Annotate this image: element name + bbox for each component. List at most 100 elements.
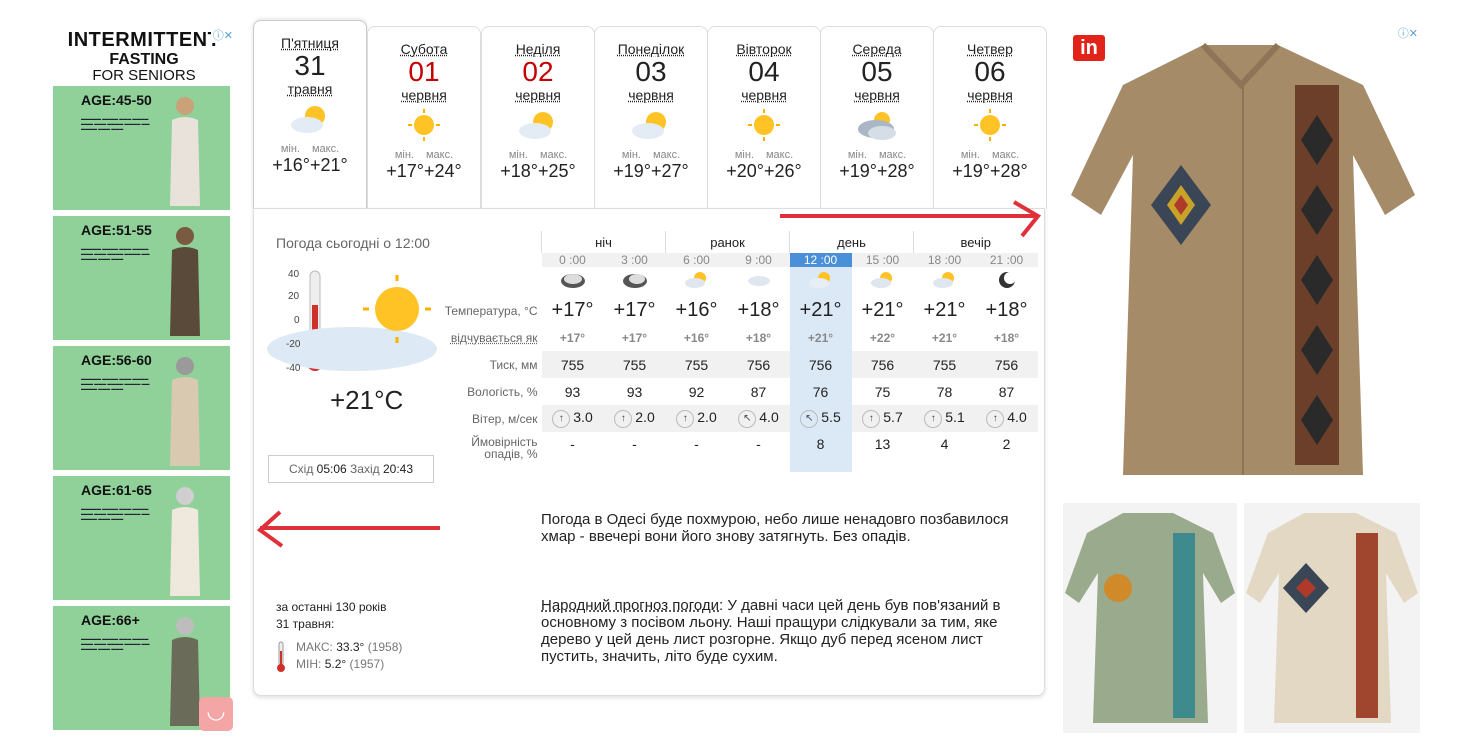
temp-value: +21° — [861, 299, 904, 321]
tab-day-02[interactable]: Неділя 02 червня мін. макс. +18°+25° — [481, 26, 595, 209]
tab-date: 31 — [294, 50, 326, 81]
min-temp: +17° — [386, 161, 424, 181]
folk-forecast-heading[interactable]: Народний прогноз погоди — [541, 597, 719, 614]
ad-card[interactable]: AGE:51-55 ▬▬▬▬▬ ▬▬▬▬ ▬▬▬ ▬▬▬▬ ▬▬▬ ▬▬▬ ▬▬… — [53, 216, 230, 340]
min-label: мін. — [847, 149, 867, 161]
tab-day-31[interactable]: П'ятниця 31 травня мін. макс. +16°+21° — [253, 20, 367, 211]
ad-card-age: AGE:56-60 — [81, 352, 152, 368]
ad-card[interactable]: AGE:45-50 ▬▬▬▬▬ ▬▬▬▬ ▬▬▬ ▬▬▬▬ ▬▬▬ ▬▬▬ ▬▬… — [53, 86, 230, 210]
tab-day-03[interactable]: Понеділок 03 червня мін. макс. +19°+27° — [594, 26, 708, 209]
max-label: макс. — [539, 149, 568, 161]
humidity-label: Вологість, % — [467, 384, 538, 399]
precip-value: - — [632, 436, 637, 452]
precip-value: 2 — [1002, 436, 1011, 452]
wind-value: ↑ 4.0 — [975, 405, 1038, 432]
cloud-icon — [728, 267, 790, 297]
cloudy-night-icon — [604, 267, 666, 297]
sunset-label: Захід — [350, 462, 380, 476]
tab-day-05[interactable]: Середа 05 червня мін. макс. +19°+28° — [820, 26, 934, 209]
mini-thermometer-icon — [277, 641, 285, 672]
ad-card[interactable]: AGE:56-60 ▬▬▬▬▬ ▬▬▬▬ ▬▬▬ ▬▬▬▬ ▬▬▬ ▬▬▬ ▬▬… — [53, 346, 230, 470]
temp-value: +18° — [985, 299, 1028, 321]
tab-month: червня — [401, 87, 447, 103]
shirt-image-large[interactable]: in ⓘ✕ — [1063, 25, 1420, 497]
tab-date: 04 — [748, 56, 780, 87]
tab-date: 06 — [974, 56, 1006, 87]
shirt-image-green[interactable] — [1063, 503, 1237, 733]
time-slot: 15 :00 — [851, 253, 914, 267]
partly-cloudy-icon — [254, 97, 366, 141]
wind-direction-icon: ↑ — [924, 409, 943, 428]
min-temp: +20° — [726, 161, 764, 181]
tab-day-06[interactable]: Четвер 06 червня мін. макс. +19°+28° — [933, 26, 1047, 209]
humidity-value: 76 — [789, 378, 852, 405]
left-advertisement[interactable]: ⓘ✕ INTERMITTENT FASTING FOR SENIORS AGE:… — [53, 27, 235, 730]
historical-records: за останні 130 років 31 травня: МАКС: 33… — [276, 599, 402, 673]
cloudy-icon — [821, 103, 933, 147]
wind-label: Вітер, м/сек — [437, 405, 542, 432]
time-slot: 6 :00 — [665, 253, 728, 267]
shirt-image-beige[interactable] — [1244, 503, 1420, 733]
folk-forecast: Народний прогноз погоди: У давні часи це… — [541, 597, 1041, 665]
pressure-value: 755 — [665, 351, 728, 378]
pressure-value: 756 — [975, 351, 1038, 378]
temperature-label: Температура, °C — [444, 303, 538, 318]
right-advertisement[interactable]: in ⓘ✕ — [1063, 25, 1420, 733]
humidity-value: 87 — [750, 383, 767, 400]
temp-value: +16° — [675, 299, 718, 321]
temp-value: +17° — [613, 299, 656, 321]
feels-like-label[interactable]: відчувається як — [437, 324, 542, 351]
ad-subtitle-2: FOR SENIORS — [92, 67, 196, 84]
ad-card-text: ▬▬▬▬▬ ▬▬▬▬ ▬▬▬ ▬▬▬▬ ▬▬▬ ▬▬▬ ▬▬▬▬ ▬▬▬▬ ▬▬… — [81, 376, 150, 391]
sunset-time: 20:43 — [382, 462, 414, 476]
tab-month: червня — [854, 87, 900, 103]
ad-card-age: AGE:45-50 — [81, 92, 152, 108]
max-label: макс. — [991, 149, 1020, 161]
min-label: мін. — [621, 149, 641, 161]
min-temp: +19° — [839, 161, 877, 181]
tab-weekday: Середа — [852, 41, 902, 57]
ad-card[interactable]: AGE:61-65 ▬▬▬▬▬ ▬▬▬▬ ▬▬▬ ▬▬▬▬ ▬▬▬ ▬▬▬ ▬▬… — [53, 476, 230, 600]
ad-choices-icon[interactable]: ⓘ✕ — [210, 27, 235, 43]
time-slot-current: 12 :00 — [789, 253, 852, 267]
temp-value: +18° — [737, 299, 780, 321]
tab-date: 02 — [522, 56, 554, 87]
max-temp: +21° — [310, 155, 348, 175]
partly-cloudy-icon — [789, 267, 852, 297]
min-temp: +18° — [500, 161, 538, 181]
max-label: макс. — [425, 149, 454, 161]
humidity-value: 75 — [874, 383, 891, 400]
hourly-forecast-table: ніч ранок день вечір 0 :00 3 :00 6 :00 9… — [437, 231, 1038, 472]
ad-choices-icon[interactable]: ⓘ✕ — [1395, 25, 1420, 41]
annotation-arrow-right-icon — [780, 200, 1042, 238]
tab-day-01[interactable]: Субота 01 червня мін. макс. +17°+24° — [367, 26, 481, 209]
ad-card-text: ▬▬▬▬▬ ▬▬▬▬ ▬▬▬ ▬▬▬▬ ▬▬▬ ▬▬▬ ▬▬▬▬ ▬▬▬▬ ▬▬… — [81, 246, 150, 261]
feels-value: +21° — [789, 324, 852, 351]
sunrise-sunset-box: Схід 05:06 Захід 20:43 — [268, 455, 434, 483]
tab-month: червня — [741, 87, 787, 103]
current-weather-title: Погода сьогодні о 12:00 — [276, 235, 430, 251]
precipitation-label: Ймовірність опадів, % — [471, 435, 538, 461]
tab-month: травня — [287, 81, 333, 97]
period-night: ніч — [541, 231, 666, 253]
brand-logo: in — [1073, 35, 1105, 61]
wind-value: ↑ 5.7 — [851, 405, 914, 432]
tab-day-04[interactable]: Вівторок 04 червня мін. макс. +20°+26° — [707, 26, 821, 209]
min-temp: +16° — [272, 155, 310, 175]
time-slot: 9 :00 — [727, 253, 790, 267]
wind-value: ↖ 5.5 — [789, 405, 852, 432]
cloudy-night-icon — [542, 267, 604, 297]
day-details-panel: Погода сьогодні о 12:00 40 20 0 -20 -40 … — [253, 208, 1045, 696]
tab-weekday: Четвер — [967, 41, 1013, 57]
pressure-value: 755 — [913, 351, 976, 378]
wind-direction-icon: ↖ — [800, 409, 819, 428]
max-label: макс. — [878, 149, 907, 161]
shirt-icon — [1246, 513, 1418, 723]
humidity-value: 93 — [564, 383, 581, 400]
tab-month: червня — [515, 87, 561, 103]
smile-icon[interactable]: ◡ — [199, 697, 233, 731]
wind-direction-icon: ↑ — [552, 409, 571, 428]
pressure-label: Тиск, мм — [437, 351, 542, 378]
day-tabs: П'ятниця 31 травня мін. макс. +16°+21° Су… — [253, 20, 1047, 212]
max-temp: +25° — [538, 161, 576, 181]
